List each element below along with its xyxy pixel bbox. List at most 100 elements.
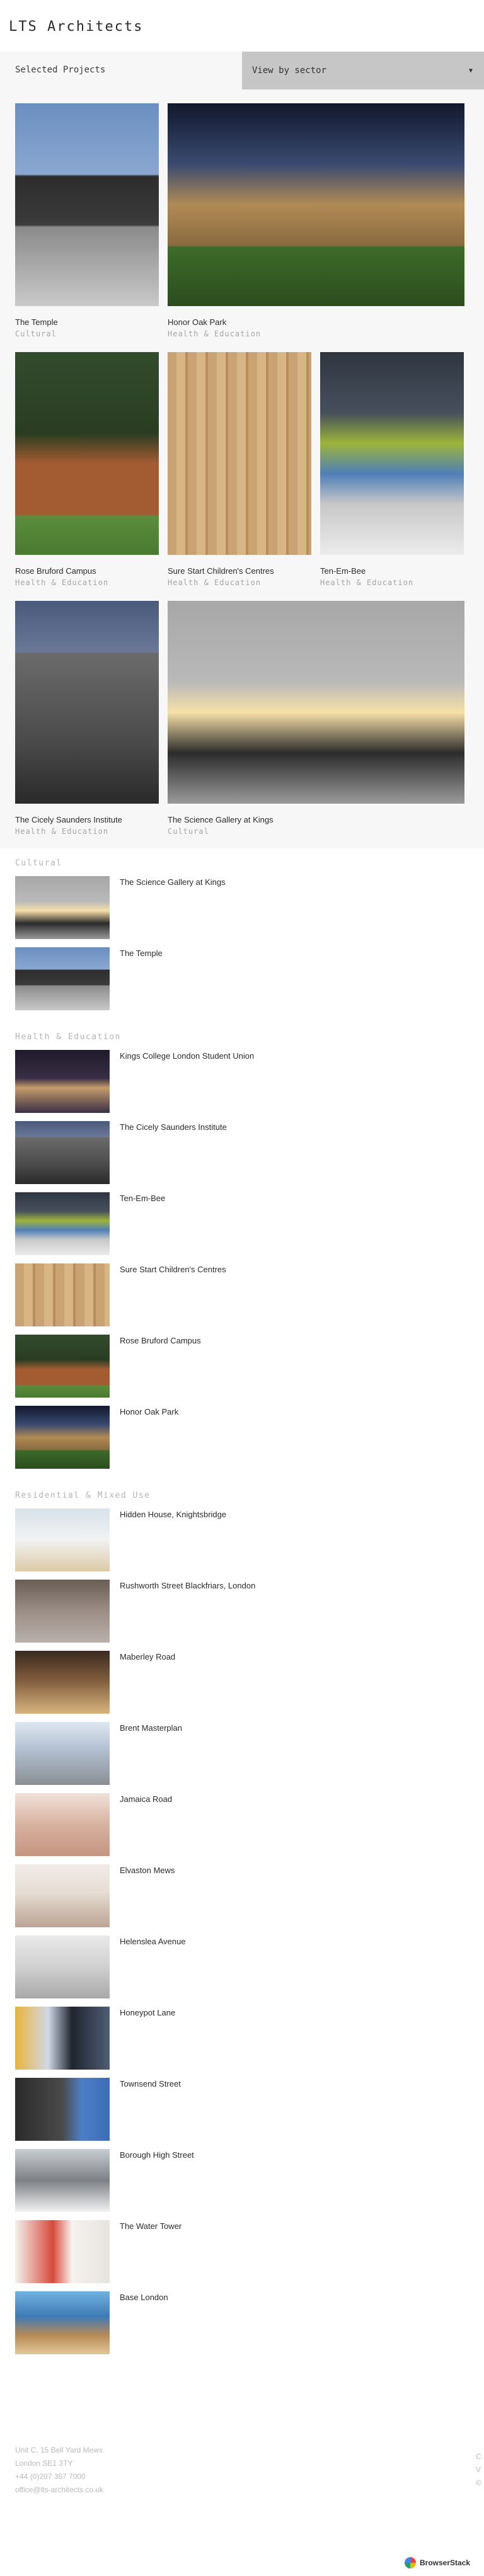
list-item-thumbnail	[15, 1406, 110, 1469]
list-item-label: Helenslea Avenue	[120, 1937, 186, 1946]
list-item-label: Elvaston Mews	[120, 1866, 175, 1875]
list-item[interactable]: Ten-Em-Bee	[15, 1192, 469, 1263]
project-card[interactable]: The Science Gallery at Kings Cultural	[168, 601, 464, 836]
list-item[interactable]: The Temple	[15, 947, 469, 1018]
list-item-label: Sure Start Children's Centres	[120, 1265, 226, 1274]
footer-email[interactable]: office@lts-architects.co.uk	[15, 2483, 103, 2497]
list-item-label: Townsend Street	[120, 2079, 181, 2089]
list-item-thumbnail	[15, 1722, 110, 1785]
project-card-title: The Cicely Saunders Institute	[15, 815, 122, 824]
project-card-sector: Health & Education	[15, 827, 109, 836]
project-card[interactable]: Honor Oak Park Health & Education	[168, 103, 464, 338]
list-item[interactable]: Rose Bruford Campus	[15, 1335, 469, 1406]
list-item[interactable]: Base London	[15, 2291, 469, 2362]
list-item-label: Hidden House, Knightsbridge	[120, 1510, 227, 1519]
list-item-thumbnail	[15, 1651, 110, 1714]
project-card-sector: Health & Education	[168, 578, 262, 587]
project-card-title: Rose Bruford Campus	[15, 566, 96, 576]
project-card[interactable]: The Cicely Saunders Institute Health & E…	[15, 601, 159, 836]
project-card-sector: Health & Education	[15, 578, 109, 587]
list-item-label: Honeypot Lane	[120, 2008, 176, 2017]
list-item[interactable]: The Water Tower	[15, 2220, 469, 2291]
grid-row-2: Rose Bruford Campus Health & Education S…	[0, 352, 484, 587]
sector-dropdown[interactable]: View by sector ▼	[242, 52, 484, 89]
list-item-thumbnail	[15, 2220, 110, 2283]
project-card[interactable]: Ten-Em-Bee Health & Education	[320, 352, 464, 587]
list-item-thumbnail	[15, 947, 110, 1010]
project-card-image	[168, 601, 464, 804]
project-card-image	[320, 352, 464, 555]
site-header: LTS Architects	[0, 0, 484, 52]
footer-right-text: C	[476, 2452, 481, 2461]
browserstack-badge: BrowserStack	[405, 2557, 470, 2568]
site-footer: Unit C, 15 Bell Yard Mews London SE1 3TY…	[15, 2444, 103, 2497]
project-card-image	[15, 352, 159, 555]
list-item[interactable]: Townsend Street	[15, 2078, 469, 2149]
list-item[interactable]: Borough High Street	[15, 2149, 469, 2220]
list-item-thumbnail	[15, 1580, 110, 1643]
project-card-image	[168, 352, 311, 555]
project-card-title: The Science Gallery at Kings	[168, 815, 274, 824]
selected-projects-heading: Selected Projects	[15, 65, 106, 75]
list-item[interactable]: Rushworth Street Blackfriars, London	[15, 1580, 469, 1651]
list-item-label: The Science Gallery at Kings	[120, 877, 226, 887]
footer-right-text: ©	[476, 2478, 481, 2487]
sector-heading: Cultural	[15, 858, 62, 868]
list-item[interactable]: Brent Masterplan	[15, 1722, 469, 1793]
list-item[interactable]: Helenslea Avenue	[15, 1935, 469, 2007]
sector-dropdown-value: View by sector	[252, 66, 327, 76]
divider	[15, 1018, 469, 1032]
list-item-thumbnail	[15, 1121, 110, 1184]
list-item-label: Maberley Road	[120, 1652, 176, 1661]
list-item-label: The Cicely Saunders Institute	[120, 1122, 227, 1132]
site-logo[interactable]: LTS Architects	[9, 19, 484, 35]
list-item[interactable]: Maberley Road	[15, 1651, 469, 1722]
list-item-thumbnail	[15, 1793, 110, 1856]
project-card[interactable]: Sure Start Children's Centres Health & E…	[168, 352, 311, 587]
project-card-title: Sure Start Children's Centres	[168, 566, 274, 576]
sector-heading: Health & Education	[15, 1032, 121, 1042]
list-item[interactable]: Kings College London Student Union	[15, 1050, 469, 1121]
list-item-thumbnail	[15, 1263, 110, 1326]
grid-row-1: The Temple Cultural Honor Oak Park Healt…	[0, 103, 484, 338]
footer-right-column: C V ©	[476, 2450, 481, 2490]
browserstack-logo-icon	[405, 2557, 416, 2568]
browserstack-label: BrowserStack	[420, 2558, 471, 2567]
list-item[interactable]: Honor Oak Park	[15, 1406, 469, 1477]
project-card-sector: Cultural	[168, 827, 209, 836]
list-item-thumbnail	[15, 876, 110, 939]
list-item-label: Borough High Street	[120, 2150, 194, 2160]
selected-projects-section: Selected Projects View by sector ▼ The T…	[0, 52, 484, 848]
footer-address-line: Unit C, 15 Bell Yard Mews	[15, 2446, 103, 2454]
project-card-title: The Temple	[15, 317, 58, 327]
list-item[interactable]: Hidden House, Knightsbridge	[15, 1508, 469, 1580]
list-item-thumbnail	[15, 1935, 110, 1998]
list-item-label: Ten-Em-Bee	[120, 1194, 166, 1203]
list-item-thumbnail	[15, 1192, 110, 1255]
project-card-title: Honor Oak Park	[168, 317, 227, 327]
footer-right-text: V	[476, 2465, 481, 2474]
list-item-thumbnail	[15, 2078, 110, 2141]
sector-lists: Cultural The Science Gallery at Kings Th…	[0, 848, 484, 2362]
list-item-thumbnail	[15, 1508, 110, 1571]
list-item-label: The Water Tower	[120, 2221, 182, 2231]
footer-phone[interactable]: +44 (0)207 357 7000	[15, 2470, 103, 2483]
list-item-thumbnail	[15, 1335, 110, 1398]
project-card-sector: Health & Education	[320, 578, 414, 587]
footer-address-line: London SE1 3TY	[15, 2459, 73, 2468]
list-item[interactable]: Sure Start Children's Centres	[15, 1263, 469, 1335]
list-item[interactable]: Jamaica Road	[15, 1793, 469, 1864]
list-item[interactable]: Elvaston Mews	[15, 1864, 469, 1935]
project-card[interactable]: Rose Bruford Campus Health & Education	[15, 352, 159, 587]
grid-toolbar: Selected Projects View by sector ▼	[0, 52, 484, 89]
list-item-label: The Temple	[120, 949, 163, 958]
list-item[interactable]: The Cicely Saunders Institute	[15, 1121, 469, 1192]
project-card-image	[15, 103, 159, 306]
list-item-thumbnail	[15, 2291, 110, 2354]
project-card[interactable]: The Temple Cultural	[15, 103, 159, 338]
list-item-label: Rose Bruford Campus	[120, 1336, 201, 1345]
list-item[interactable]: The Science Gallery at Kings	[15, 876, 469, 947]
project-card-image	[168, 103, 464, 306]
list-item-label: Base London	[120, 2293, 168, 2302]
list-item[interactable]: Honeypot Lane	[15, 2007, 469, 2078]
